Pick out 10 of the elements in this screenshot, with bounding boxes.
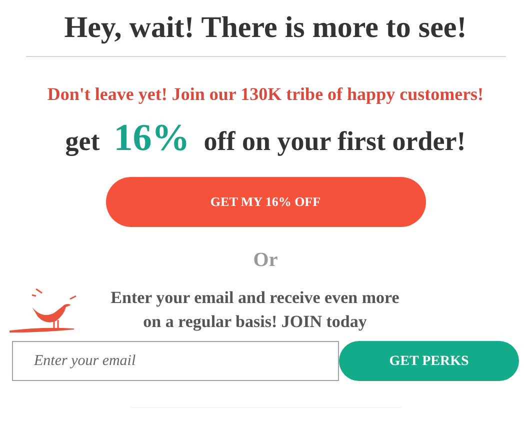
tagline: Don't leave yet! Join our 130K tribe of happy customers!: [47, 83, 484, 106]
offer-button[interactable]: GET MY 16% OFF: [106, 177, 426, 227]
email-field[interactable]: Enter your email: [12, 341, 339, 381]
popup-title: Hey, wait! There is more to see!: [64, 10, 467, 46]
offer-text: off on your first order!: [204, 125, 466, 158]
discount-text: 16%: [114, 116, 190, 161]
separator-text: Or: [253, 248, 278, 273]
offer-text: get: [65, 125, 100, 158]
signup-text: Enter your email and receive even more on a regular basis! JOIN today: [110, 287, 400, 333]
get-perks-button[interactable]: GET PERKS: [339, 341, 519, 381]
